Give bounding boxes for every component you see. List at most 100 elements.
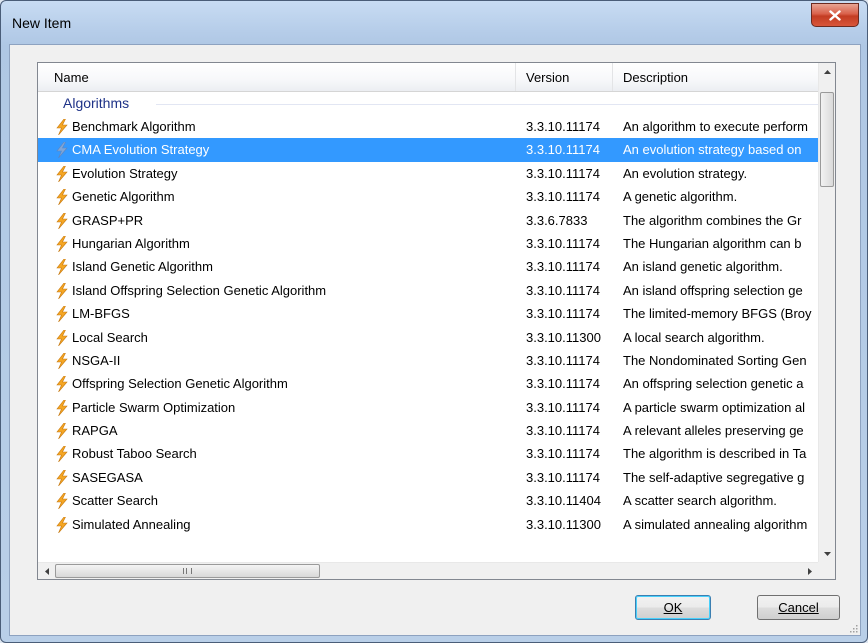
- item-list-view[interactable]: Name Version Description Algorithms Benc…: [37, 62, 836, 580]
- cell-version: 3.3.10.11174: [526, 446, 600, 462]
- lightning-bolt-icon: [56, 235, 68, 252]
- cell-version: 3.3.10.11174: [526, 306, 600, 322]
- cell-description: An evolution strategy.: [623, 165, 748, 181]
- list-item[interactable]: CMA Evolution Strategy 3.3.10.11174 An evo…: [38, 138, 818, 162]
- cancel-button[interactable]: Cancel: [757, 595, 840, 620]
- vertical-scroll-thumb[interactable]: [820, 92, 834, 187]
- close-icon: [829, 9, 841, 21]
- list-item[interactable]: NSGA-II 3.3.10.11174 The Nondominated Sort…: [38, 349, 818, 372]
- cell-version: 3.3.10.11174: [526, 469, 600, 485]
- cell-version: 3.3.10.11300: [526, 516, 601, 532]
- cell-description: A local search algorithm.: [623, 329, 765, 345]
- lightning-bolt-icon: [56, 142, 68, 159]
- list-item[interactable]: Island Genetic Algorithm 3.3.10.11174 An i…: [38, 255, 818, 278]
- cell-description: An island genetic algorithm.: [623, 259, 783, 275]
- list-item[interactable]: Robust Taboo Search 3.3.10.11174 The algor…: [38, 442, 818, 465]
- window-title: New Item: [12, 15, 72, 31]
- cell-name: LM-BFGS: [72, 306, 130, 322]
- lightning-bolt-icon: [56, 423, 68, 440]
- group-label: Algorithms: [63, 95, 130, 111]
- list-item[interactable]: Simulated Annealing 3.3.10.11300 A simulat…: [38, 513, 818, 536]
- lightning-bolt-icon: [56, 376, 68, 393]
- cell-version: 3.3.10.11174: [526, 165, 600, 181]
- scroll-up-arrow[interactable]: [819, 63, 835, 80]
- list-item[interactable]: Local Search 3.3.10.11300 A local search a…: [38, 326, 818, 349]
- cell-version: 3.3.10.11174: [526, 376, 600, 392]
- lightning-bolt-icon: [56, 306, 68, 323]
- cell-description: The Nondominated Sorting Gen: [623, 352, 807, 368]
- cell-description: An evolution strategy based on: [623, 142, 802, 158]
- group-divider: [156, 104, 818, 105]
- lightning-bolt-icon: [56, 399, 68, 416]
- cell-description: The self-adaptive segregative g: [623, 469, 805, 485]
- cell-description: A simulated annealing algorithm: [623, 516, 808, 532]
- column-header-name[interactable]: Name: [38, 63, 516, 91]
- grip-icon: [183, 568, 192, 574]
- cell-name: Particle Swarm Optimization: [72, 399, 236, 415]
- cell-name: CMA Evolution Strategy: [72, 142, 210, 158]
- cell-version: 3.3.10.11174: [526, 352, 600, 368]
- list-item[interactable]: RAPGA 3.3.10.11174 A relevant alleles pres…: [38, 419, 818, 442]
- column-header-description[interactable]: Description: [613, 63, 818, 91]
- cell-version: 3.3.10.11174: [526, 399, 600, 415]
- scrollbar-corner: [818, 562, 835, 579]
- list-item[interactable]: GRASP+PR 3.3.6.7833 The algorithm combines…: [38, 209, 818, 232]
- cell-name: Offspring Selection Genetic Algorithm: [72, 376, 288, 392]
- cell-description: A particle swarm optimization al: [623, 399, 806, 415]
- cancel-button-label: Cancel: [778, 600, 819, 615]
- cell-description: The limited-memory BFGS (Broy: [623, 306, 812, 322]
- cell-version: 3.3.10.11174: [526, 189, 600, 205]
- cell-description: An island offspring selection ge: [623, 282, 803, 298]
- list-item[interactable]: LM-BFGS 3.3.10.11174 The limited-memory BF…: [38, 302, 818, 325]
- cell-version: 3.3.10.11300: [526, 329, 601, 345]
- cell-name: Robust Taboo Search: [72, 446, 197, 462]
- cell-name: Local Search: [72, 329, 148, 345]
- column-header-version[interactable]: Version: [516, 63, 613, 91]
- list-header: Name Version Description: [38, 63, 818, 92]
- cell-version: 3.3.10.11174: [526, 282, 600, 298]
- cell-description: A genetic algorithm.: [623, 189, 738, 205]
- group-header-algorithms[interactable]: Algorithms: [38, 92, 818, 114]
- cell-name: RAPGA: [72, 423, 118, 439]
- lightning-bolt-icon: [56, 446, 68, 463]
- lightning-bolt-icon: [56, 282, 68, 299]
- cell-description: An offspring selection genetic a: [623, 376, 804, 392]
- cell-name: NSGA-II: [72, 352, 121, 368]
- list-rows: Benchmark Algorithm 3.3.10.11174 An algori…: [38, 115, 818, 536]
- resize-grip-icon[interactable]: [848, 623, 858, 633]
- scroll-down-arrow[interactable]: [819, 545, 835, 562]
- list-item[interactable]: Offspring Selection Genetic Algorithm 3.3…: [38, 372, 818, 395]
- list-item[interactable]: Evolution Strategy 3.3.10.11174 An evoluti…: [38, 162, 818, 185]
- cell-description: An algorithm to execute perform: [623, 119, 808, 134]
- cell-description: The algorithm combines the Gr: [623, 212, 802, 228]
- list-item[interactable]: SASEGASA 3.3.10.11174 The self-adaptive se…: [38, 466, 818, 489]
- list-item[interactable]: Benchmark Algorithm 3.3.10.11174 An algori…: [38, 115, 818, 138]
- new-item-dialog: New Item Name Version Description Algori…: [0, 0, 868, 643]
- list-item[interactable]: Scatter Search 3.3.10.11404 A scatter sear…: [38, 489, 818, 512]
- list-item[interactable]: Hungarian Algorithm 3.3.10.11174 The Hunga…: [38, 232, 818, 255]
- cell-name: Genetic Algorithm: [72, 189, 175, 205]
- list-item[interactable]: Particle Swarm Optimization 3.3.10.11174 A…: [38, 396, 818, 419]
- list-item[interactable]: Island Offspring Selection Genetic Algor…: [38, 279, 818, 302]
- scroll-left-arrow[interactable]: [38, 563, 55, 579]
- cell-name: Hungarian Algorithm: [72, 235, 190, 251]
- list-item[interactable]: Genetic Algorithm 3.3.10.11174 A genetic a…: [38, 185, 818, 208]
- cell-description: A scatter search algorithm.: [623, 493, 777, 509]
- horizontal-scrollbar[interactable]: [38, 562, 818, 579]
- ok-button-label: OK: [663, 600, 683, 615]
- title-bar[interactable]: New Item: [1, 1, 867, 45]
- ok-button[interactable]: OK: [635, 595, 711, 620]
- lightning-bolt-icon: [56, 516, 68, 533]
- lightning-bolt-icon: [56, 469, 68, 486]
- close-button[interactable]: [811, 3, 859, 27]
- horizontal-scroll-thumb[interactable]: [55, 564, 320, 578]
- cell-name: Benchmark Algorithm: [72, 119, 196, 134]
- triangle-up-icon: [824, 69, 831, 74]
- vertical-scrollbar[interactable]: [818, 63, 835, 562]
- cell-name: SASEGASA: [72, 469, 143, 485]
- cell-version: 3.3.10.11174: [526, 259, 600, 275]
- cell-version: 3.3.6.7833: [526, 212, 588, 228]
- lightning-bolt-icon: [56, 119, 68, 135]
- scroll-right-arrow[interactable]: [801, 563, 818, 579]
- lightning-bolt-icon: [56, 165, 68, 182]
